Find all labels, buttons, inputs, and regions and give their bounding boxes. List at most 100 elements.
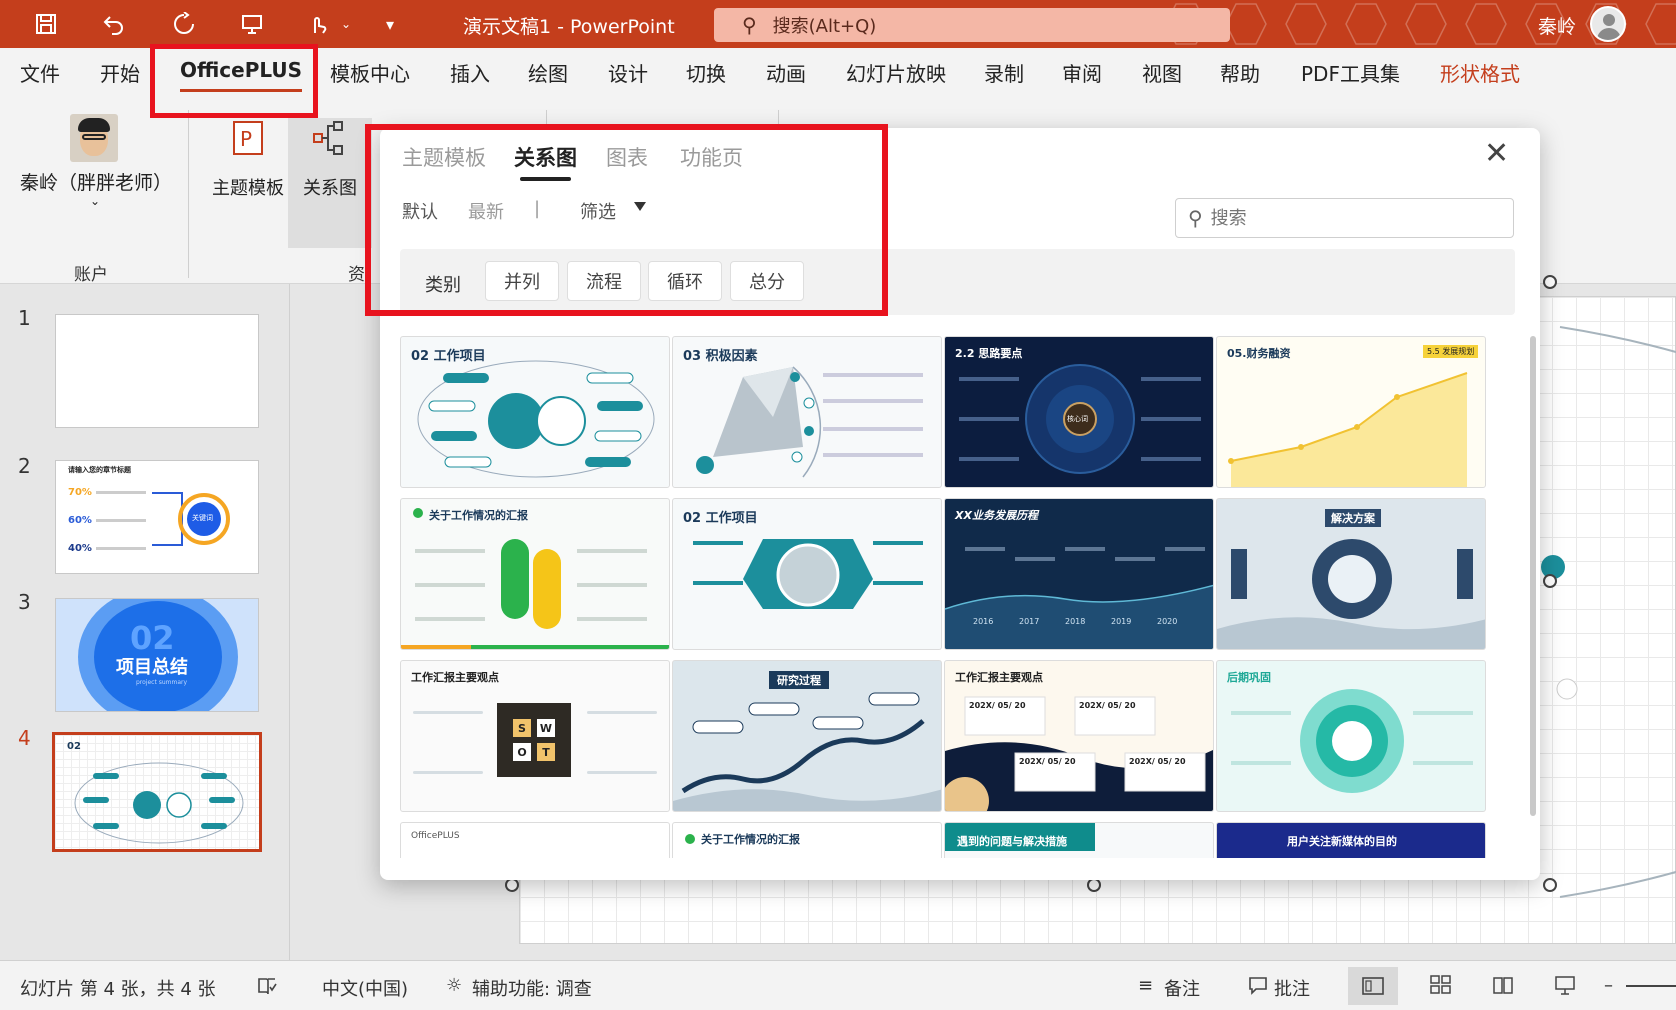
sort-default[interactable]: 默认 bbox=[402, 198, 438, 224]
card-date: 202X/ 05/ 20 bbox=[969, 701, 1026, 710]
card-year: 2017 bbox=[1019, 617, 1040, 626]
tab-insert[interactable]: 插入 bbox=[450, 58, 490, 87]
filter-dropdown[interactable]: 筛选 bbox=[580, 198, 616, 224]
tab-charts[interactable]: 图表 bbox=[606, 142, 648, 172]
undo-icon[interactable] bbox=[98, 8, 130, 40]
relation-diagram-button[interactable]: 关系图 bbox=[288, 118, 372, 248]
tab-shape-format[interactable]: 形状格式 bbox=[1440, 58, 1520, 87]
account-name[interactable]: 秦岭（胖胖老师） bbox=[20, 168, 172, 195]
group-label-resources: 资 bbox=[348, 265, 365, 285]
accessibility-icon[interactable]: ☼ bbox=[446, 975, 462, 996]
slideshow-view-icon[interactable] bbox=[1554, 975, 1576, 1000]
template-card[interactable]: OfficePLUS bbox=[400, 822, 670, 858]
comments-icon[interactable] bbox=[1248, 975, 1268, 1000]
template-card[interactable]: 遇到的问题与解决措施 bbox=[944, 822, 1214, 858]
tab-transitions[interactable]: 切换 bbox=[686, 58, 726, 87]
tab-theme-templates[interactable]: 主题模板 bbox=[402, 142, 486, 172]
template-card[interactable]: 用户关注新媒体的目的 bbox=[1216, 822, 1486, 858]
chevron-down-icon[interactable]: ⌄ bbox=[90, 194, 100, 208]
gallery-scrollbar[interactable] bbox=[1530, 336, 1536, 816]
notes-button[interactable]: 备注 bbox=[1164, 975, 1200, 1001]
template-card[interactable]: 02 工作项目 bbox=[672, 498, 942, 650]
comments-button[interactable]: 批注 bbox=[1274, 975, 1310, 1001]
tab-design[interactable]: 设计 bbox=[608, 58, 648, 87]
normal-view-icon[interactable] bbox=[1348, 967, 1398, 1005]
sort-latest[interactable]: 最新 bbox=[468, 198, 504, 224]
tab-function-pages[interactable]: 功能页 bbox=[680, 142, 743, 172]
resize-handle[interactable] bbox=[505, 878, 519, 892]
template-card[interactable]: 02 工作项目 bbox=[400, 336, 670, 488]
gallery-search-input[interactable] bbox=[1210, 207, 1471, 229]
accessibility-status[interactable]: 辅助功能: 调查 bbox=[472, 975, 592, 1001]
card-caption: OfficePLUS bbox=[411, 831, 460, 841]
resize-handle[interactable] bbox=[1087, 878, 1101, 892]
slide-thumbnail-4[interactable]: 02 bbox=[52, 732, 262, 852]
card-caption: 用户关注新媒体的目的 bbox=[1287, 835, 1397, 848]
slide-thumbnail-1[interactable] bbox=[55, 314, 259, 428]
slide-number-current: 4 bbox=[18, 726, 31, 750]
tab-pdf-tools[interactable]: PDF工具集 bbox=[1301, 58, 1400, 87]
slide-thumbnail-2[interactable]: 请输入您的章节标题 70% 60% 40% 关键词 bbox=[55, 460, 259, 574]
slide-thumbnail-panel: 1 2 请输入您的章节标题 70% 60% 40% 关键词 3 02 项目总结 … bbox=[0, 284, 290, 960]
close-icon[interactable]: ✕ bbox=[1484, 136, 1509, 171]
slide-sorter-icon[interactable] bbox=[1430, 975, 1452, 1000]
tab-relation-diagrams[interactable]: 关系图 bbox=[514, 142, 577, 181]
template-card[interactable]: 工作汇报主要观点 S W O T bbox=[400, 660, 670, 812]
user-name[interactable]: 秦岭 bbox=[1538, 12, 1576, 39]
search-icon: ⚲ bbox=[742, 13, 757, 37]
reading-view-icon[interactable] bbox=[1492, 975, 1514, 1000]
customize-quick-access-icon[interactable]: ▾ bbox=[374, 8, 406, 40]
category-chip-process[interactable]: 流程 bbox=[567, 261, 641, 301]
spellcheck-icon[interactable] bbox=[256, 975, 278, 1002]
notes-icon[interactable]: ≡ bbox=[1138, 975, 1153, 996]
resize-handle[interactable] bbox=[1543, 275, 1557, 289]
ribbon-separator bbox=[188, 110, 189, 278]
template-card[interactable]: 关于工作情况的汇报 bbox=[672, 822, 942, 858]
caret-down-icon[interactable] bbox=[634, 202, 646, 211]
template-card[interactable]: 2.2 思路要点 核心词 bbox=[944, 336, 1214, 488]
tab-view[interactable]: 视图 bbox=[1142, 58, 1182, 87]
template-card[interactable]: 关于工作情况的汇报 bbox=[400, 498, 670, 650]
theme-template-label: 主题模板 bbox=[212, 178, 284, 199]
theme-template-button[interactable]: P 主题模板 bbox=[208, 118, 288, 248]
save-icon[interactable] bbox=[30, 8, 62, 40]
tab-help[interactable]: 帮助 bbox=[1220, 58, 1260, 87]
slide-thumbnail-3[interactable]: 02 项目总结 project summary bbox=[55, 598, 259, 712]
tab-home[interactable]: 开始 bbox=[100, 58, 140, 87]
swot-letter: T bbox=[537, 743, 555, 761]
chevron-down-icon[interactable]: ⌄ bbox=[330, 8, 362, 40]
tab-slideshow[interactable]: 幻灯片放映 bbox=[846, 58, 946, 87]
gallery-search[interactable]: ⚲ bbox=[1175, 198, 1514, 238]
tab-draw[interactable]: 绘图 bbox=[528, 58, 568, 87]
search-box[interactable]: ⚲ 搜索(Alt+Q) bbox=[714, 8, 1230, 42]
template-card[interactable]: 03 积极因素 bbox=[672, 336, 942, 488]
category-chip-hierarchy[interactable]: 总分 bbox=[730, 261, 804, 301]
language-indicator[interactable]: 中文(中国) bbox=[322, 975, 408, 1001]
template-card[interactable]: 后期巩固 bbox=[1216, 660, 1486, 812]
redo-icon[interactable] bbox=[168, 8, 200, 40]
thumb-percent: 70% bbox=[68, 487, 92, 498]
category-chip-parallel[interactable]: 并列 bbox=[485, 261, 559, 301]
category-chip-cycle[interactable]: 循环 bbox=[648, 261, 722, 301]
resize-handle[interactable] bbox=[1543, 878, 1557, 892]
account-photo[interactable] bbox=[70, 114, 118, 162]
card-year: 2020 bbox=[1157, 617, 1178, 626]
template-card[interactable]: 研究过程 bbox=[672, 660, 942, 812]
zoom-slider[interactable] bbox=[1626, 985, 1676, 987]
thumb-center-text: 关键词 bbox=[192, 514, 213, 522]
user-avatar-icon[interactable] bbox=[1590, 6, 1626, 42]
tab-file[interactable]: 文件 bbox=[20, 58, 60, 87]
tab-animations[interactable]: 动画 bbox=[766, 58, 806, 87]
present-from-start-icon[interactable] bbox=[236, 8, 268, 40]
template-card[interactable]: 05.财务融资 5.5 发展规划 bbox=[1216, 336, 1486, 488]
resize-handle[interactable] bbox=[1543, 574, 1557, 588]
tab-record[interactable]: 录制 bbox=[984, 58, 1024, 87]
template-card[interactable]: XX业务发展历程 2016 2017 2018 2019 2020 bbox=[944, 498, 1214, 650]
swot-letter: O bbox=[513, 743, 531, 761]
template-card[interactable]: 工作汇报主要观点 202X/ 05/ 20 202X/ 05/ 20 202X/… bbox=[944, 660, 1214, 812]
zoom-out-icon[interactable]: – bbox=[1604, 975, 1613, 996]
thumb-big-number: 02 bbox=[130, 619, 175, 657]
tab-template-center[interactable]: 模板中心 bbox=[330, 58, 410, 87]
tab-review[interactable]: 审阅 bbox=[1062, 58, 1102, 87]
template-card[interactable]: 解决方案 bbox=[1216, 498, 1486, 650]
